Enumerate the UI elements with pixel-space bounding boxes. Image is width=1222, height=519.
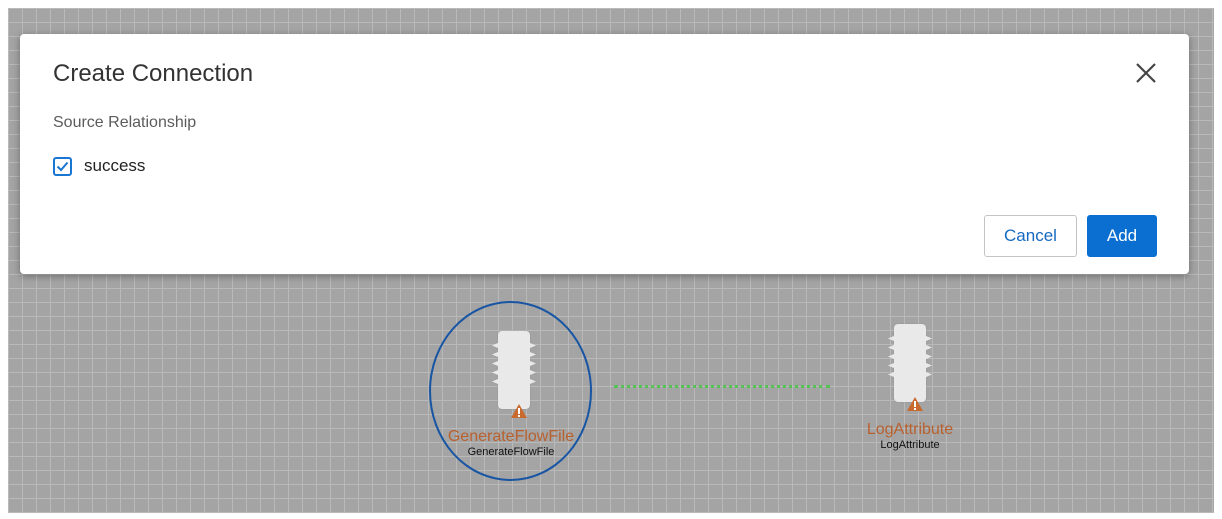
connection-line[interactable] (614, 385, 830, 388)
source-relationship-label: Source Relationship (53, 114, 197, 131)
relationship-success-option[interactable]: success (53, 156, 145, 176)
relationship-success-checkbox[interactable] (53, 156, 72, 176)
processor-logattribute-input-ports (888, 336, 894, 377)
add-button[interactable]: Add (1087, 215, 1157, 257)
processor-generateflowfile-type: GenerateFlowFile (467, 446, 555, 458)
processor-generateflowfile-input-ports (492, 343, 498, 384)
check-icon (56, 161, 69, 171)
cancel-button[interactable]: Cancel (984, 215, 1077, 257)
warning-icon[interactable] (510, 403, 528, 419)
warning-icon[interactable] (906, 396, 924, 412)
processor-logattribute-name[interactable]: LogAttribute (867, 421, 953, 439)
processor-generateflowfile-name[interactable]: GenerateFlowFile (448, 428, 574, 446)
dialog-title: Create Connection (53, 60, 254, 87)
relationship-success-label: success (84, 156, 146, 175)
processor-generateflowfile-output-ports (530, 343, 536, 384)
create-connection-dialog: Create Connection Source Relationship su… (20, 34, 1189, 274)
close-icon[interactable] (1131, 58, 1161, 88)
processor-logattribute-type: LogAttribute (880, 439, 940, 451)
processor-logattribute[interactable] (894, 324, 926, 402)
processor-generateflowfile[interactable] (498, 331, 530, 409)
processor-logattribute-output-ports (926, 336, 932, 377)
